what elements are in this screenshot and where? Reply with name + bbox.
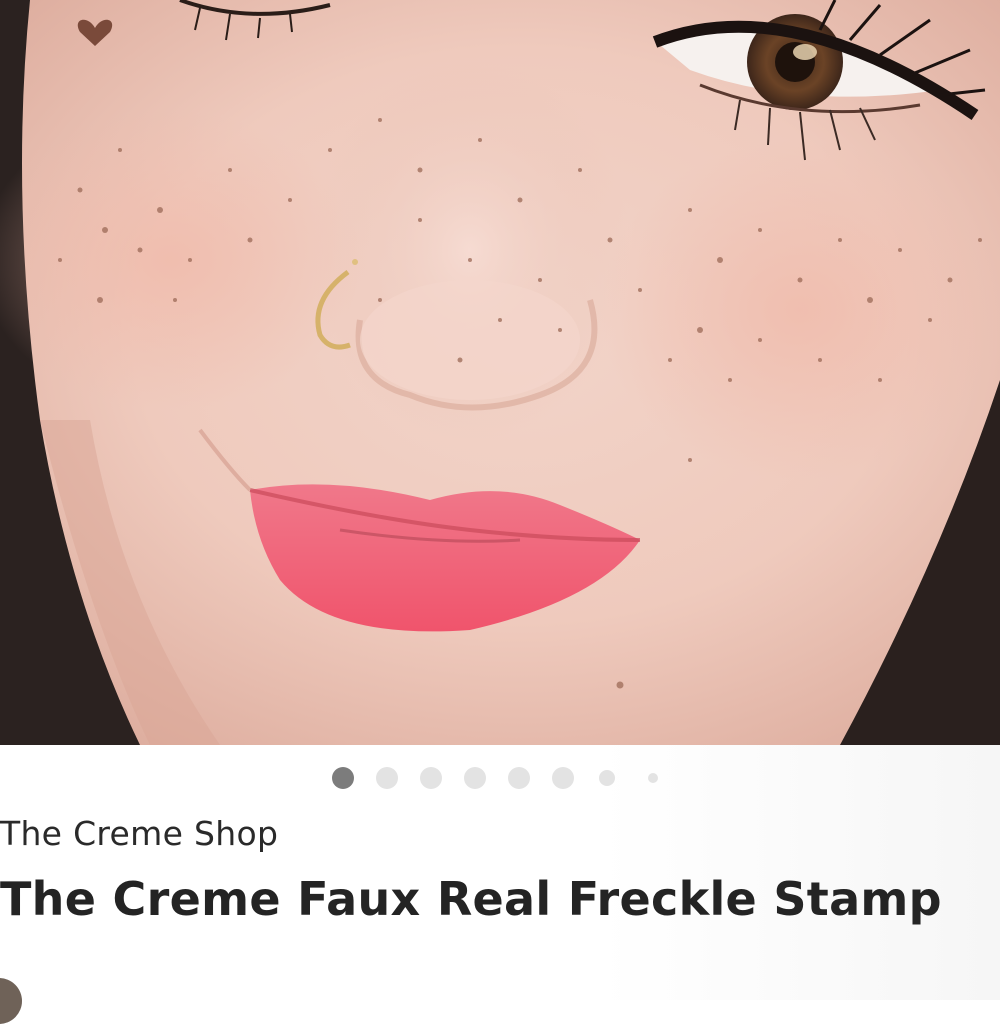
pagination-dot[interactable] (464, 767, 486, 789)
pagination-dot[interactable] (420, 767, 442, 789)
pagination-dot[interactable] (508, 767, 530, 789)
product-title: The Creme Faux Real Freckle Stamp (0, 872, 942, 926)
pagination-dot[interactable] (332, 767, 354, 789)
product-photo (0, 0, 1000, 745)
pagination-dot[interactable] (376, 767, 398, 789)
pagination-dot[interactable] (648, 773, 658, 783)
product-image-carousel[interactable] (0, 0, 1000, 745)
carousel-pagination[interactable] (0, 766, 1000, 790)
pagination-dot[interactable] (599, 770, 615, 786)
brand-name[interactable]: The Creme Shop (0, 814, 278, 853)
pagination-dot[interactable] (552, 767, 574, 789)
